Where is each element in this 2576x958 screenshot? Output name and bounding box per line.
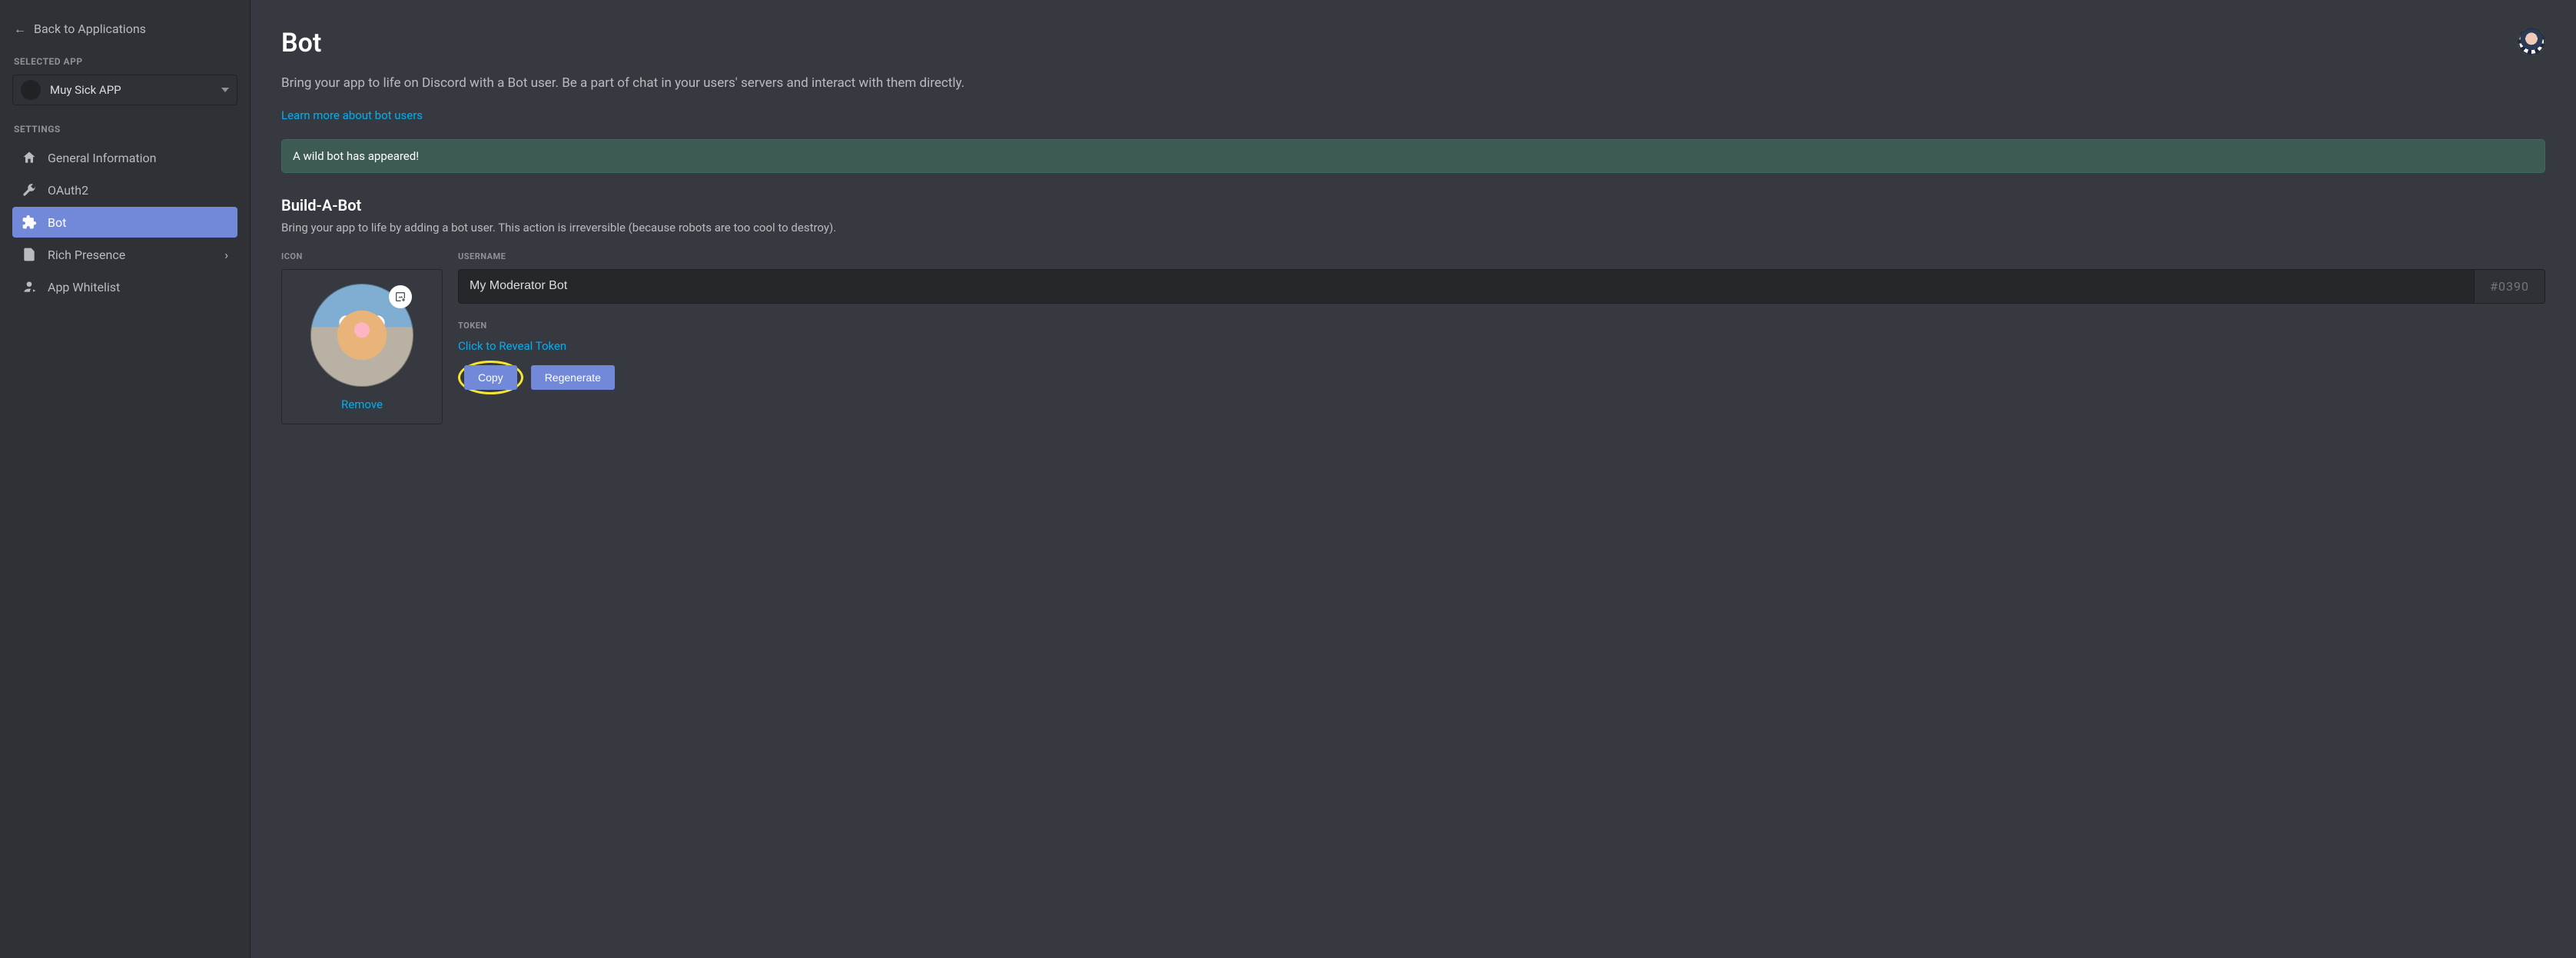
- document-icon: [22, 247, 37, 262]
- settings-nav: General Information OAuth2 Bot Rich Pres…: [12, 142, 237, 302]
- upload-icon-button[interactable]: [389, 285, 412, 308]
- build-a-bot-description: Bring your app to life by adding a bot u…: [281, 221, 2545, 235]
- home-icon: [22, 150, 37, 165]
- username-input[interactable]: [459, 270, 2474, 303]
- icon-column: Icon Remove: [281, 251, 443, 424]
- reveal-token-link[interactable]: Click to Reveal Token: [458, 339, 566, 353]
- token-label: Token: [458, 321, 2545, 331]
- highlight-annotation: Copy: [458, 361, 523, 394]
- nav-label: Rich Presence: [48, 248, 125, 262]
- nav-item-rich-presence[interactable]: Rich Presence ›: [12, 239, 237, 270]
- person-icon: [22, 279, 37, 294]
- alert-text: A wild bot has appeared!: [293, 149, 419, 163]
- chevron-down-icon: [221, 88, 229, 92]
- username-column: Username #0390 Token Click to Reveal Tok…: [458, 251, 2545, 394]
- page-title: Bot: [281, 28, 321, 58]
- image-add-icon: [394, 291, 407, 303]
- icon-box: Remove: [281, 269, 443, 424]
- page-description: Bring your app to life on Discord with a…: [281, 74, 2545, 94]
- username-label: Username: [458, 251, 2545, 261]
- main-content: Bot Bring your app to life on Discord wi…: [251, 0, 2576, 958]
- bot-icon-wrapper: [310, 284, 413, 387]
- chevron-right-icon: ›: [224, 248, 228, 262]
- remove-icon-link[interactable]: Remove: [341, 398, 383, 411]
- app-selector-dropdown[interactable]: Muy Sick APP: [12, 75, 237, 105]
- token-block: Token Click to Reveal Token Copy Regener…: [458, 321, 2545, 394]
- app-avatar-icon: [21, 80, 41, 100]
- back-label: Back to Applications: [34, 22, 146, 36]
- learn-more-link[interactable]: Learn more about bot users: [281, 108, 423, 122]
- user-avatar[interactable]: [2518, 28, 2545, 55]
- nav-label: App Whitelist: [48, 280, 120, 294]
- icon-label: Icon: [281, 251, 443, 261]
- nav-label: General Information: [48, 151, 157, 165]
- regenerate-token-button[interactable]: Regenerate: [531, 365, 615, 390]
- arrow-left-icon: ←: [14, 23, 26, 35]
- settings-header: Settings: [14, 124, 236, 135]
- nav-item-general-information[interactable]: General Information: [12, 142, 237, 173]
- nav-label: OAuth2: [48, 183, 88, 198]
- wrench-icon: [22, 182, 37, 198]
- nav-item-app-whitelist[interactable]: App Whitelist: [12, 271, 237, 302]
- success-alert: A wild bot has appeared!: [281, 139, 2545, 173]
- build-a-bot-title: Build-A-Bot: [281, 196, 2545, 215]
- nav-item-oauth2[interactable]: OAuth2: [12, 175, 237, 205]
- discriminator-badge: #0390: [2474, 270, 2544, 303]
- nav-label: Bot: [48, 215, 66, 230]
- app-name: Muy Sick APP: [50, 83, 212, 97]
- copy-token-button[interactable]: Copy: [464, 365, 517, 390]
- puzzle-icon: [22, 215, 37, 230]
- selected-app-header: Selected App: [14, 56, 236, 67]
- nav-item-bot[interactable]: Bot: [12, 207, 237, 238]
- sidebar: ← Back to Applications Selected App Muy …: [0, 0, 251, 958]
- back-to-applications-link[interactable]: ← Back to Applications: [12, 18, 237, 39]
- username-input-row: #0390: [458, 269, 2545, 304]
